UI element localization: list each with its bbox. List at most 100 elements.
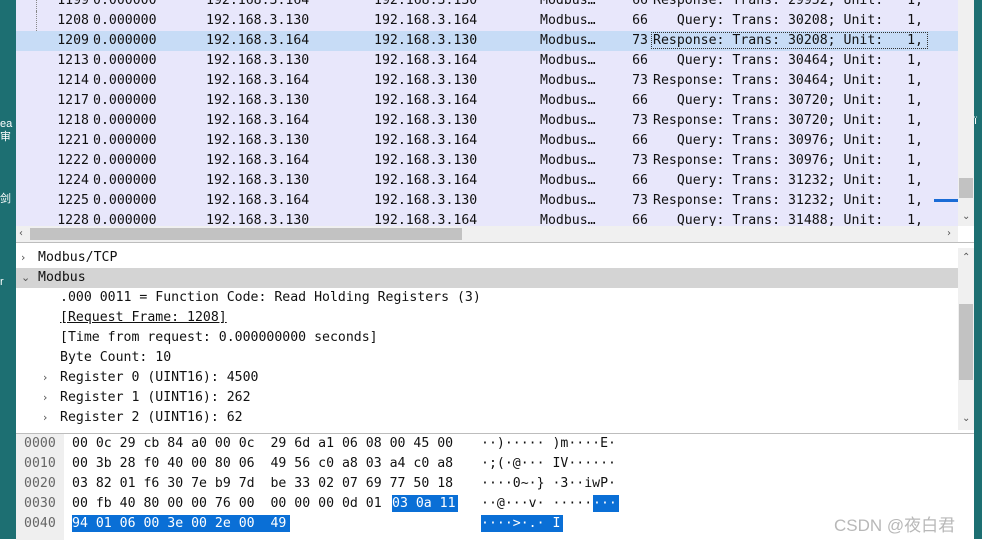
scroll-right-arrow-icon[interactable]: › (947, 229, 951, 239)
packet-proto-cell: Modbus… (540, 133, 596, 148)
expand-arrow-icon[interactable]: › (43, 391, 47, 404)
packet-row[interactable]: 1199 0.000000 192.168.3.164 192.168.3.130 Mo… (16, 0, 958, 11)
expand-arrow-icon[interactable]: › (21, 251, 25, 264)
packet-src-cell: 192.168.3.164 (206, 73, 310, 88)
scroll-down-arrow-icon[interactable]: ⌄ (962, 414, 970, 424)
packet-src-cell: 192.168.3.130 (206, 13, 310, 28)
detail-text: .000 0011 = Function Code: Read Holding … (60, 290, 481, 305)
packet-dst-cell: 192.168.3.130 (374, 33, 478, 48)
packet-dst-cell: 192.168.3.164 (374, 133, 478, 148)
packet-row[interactable]: 1222 0.000000 192.168.3.164 192.168.3.130 Mo… (16, 151, 958, 171)
packet-row[interactable]: 1221 0.000000 192.168.3.130 192.168.3.164 Mo… (16, 131, 958, 151)
packet-proto-cell: Modbus… (540, 53, 596, 68)
packet-info-cell: Query: Trans: 30976; Unit: 1, (653, 133, 923, 148)
hex-bytes: 03 82 01 f6 30 7e b9 7d be 33 02 07 69 7… (72, 476, 454, 491)
expand-arrow-icon[interactable]: › (43, 411, 47, 424)
detail-tree-item[interactable]: Byte Count: 10 (16, 348, 958, 368)
packet-row[interactable]: 1208 0.000000 192.168.3.130 192.168.3.164 Mo… (16, 11, 958, 31)
packet-len-cell: 73 (632, 193, 648, 208)
detail-tree-item[interactable]: › Modbus/TCP (16, 248, 958, 268)
packet-time-cell: 0.000000 (93, 13, 157, 28)
packet-row[interactable]: 1218 0.000000 192.168.3.164 192.168.3.130 Mo… (16, 111, 958, 131)
packet-proto-cell: Modbus… (540, 73, 596, 88)
ascii-bytes: ··@···v· ····· (481, 496, 593, 511)
packet-len-cell: 73 (632, 153, 648, 168)
scroll-up-arrow-icon[interactable]: ⌃ (962, 253, 970, 263)
scroll-down-arrow-icon[interactable]: ⌄ (962, 212, 970, 222)
desktop-label: r (0, 276, 4, 288)
packet-src-cell: 192.168.3.130 (206, 173, 310, 188)
detail-tree-item[interactable]: › Register 2 (UINT16): 62 (16, 408, 958, 428)
packet-list-pane: 1199 0.000000 192.168.3.164 192.168.3.130 Mo… (16, 0, 974, 243)
ascii-bytes: ··)····· )m····E· (481, 436, 616, 451)
packet-info-cell: Query: Trans: 30720; Unit: 1, (653, 93, 923, 108)
packet-info-cell: Response: Trans: 30976; Unit: 1, (653, 153, 923, 168)
packet-info-cell: Query: Trans: 30208; Unit: 1, (653, 13, 923, 28)
packet-dst-cell: 192.168.3.164 (374, 13, 478, 28)
packet-row[interactable]: 1209 0.000000 192.168.3.164 192.168.3.130 Mo… (16, 31, 958, 51)
hex-bytes: 00 3b 28 f0 40 00 80 06 49 56 c0 a8 03 a… (72, 456, 454, 471)
packet-info-cell: Response: Trans: 30208; Unit: 1, (653, 33, 923, 48)
packet-row[interactable]: 1225 0.000000 192.168.3.164 192.168.3.130 Mo… (16, 191, 958, 211)
bytes-row[interactable]: 0030 00 fb 40 80 00 00 76 00 00 00 00 0d … (16, 494, 958, 514)
request-frame-link[interactable]: [Request Frame: 1208] (60, 311, 227, 325)
related-packet-line (36, 0, 38, 11)
packet-proto-cell: Modbus… (540, 153, 596, 168)
packet-src-cell: 192.168.3.164 (206, 33, 310, 48)
selected-ascii-bytes: ··· (593, 496, 617, 511)
scroll-left-arrow-icon[interactable]: ‹ (19, 229, 23, 239)
scrollbar-marker (934, 199, 958, 202)
packet-time-cell: 0.000000 (93, 33, 157, 48)
packet-dst-cell: 192.168.3.164 (374, 93, 478, 108)
packet-proto-cell: Modbus… (540, 173, 596, 188)
detail-text: Modbus/TCP (38, 250, 118, 265)
detail-text: [Time from request: 0.000000000 seconds] (60, 330, 378, 345)
packet-row[interactable]: 1214 0.000000 192.168.3.164 192.168.3.130 Mo… (16, 71, 958, 91)
packet-len-cell: 73 (632, 73, 648, 88)
selected-hex-bytes: 03 0a 11 (392, 496, 456, 511)
packet-row[interactable]: 1213 0.000000 192.168.3.130 192.168.3.164 Mo… (16, 51, 958, 71)
details-scroll-thumb[interactable] (959, 304, 973, 380)
packet-no-cell: 1209 (57, 33, 89, 48)
detail-text: Register 1 (UINT16): 262 (60, 390, 251, 405)
detail-tree-item[interactable]: .000 0011 = Function Code: Read Holding … (16, 288, 958, 308)
packet-time-cell: 0.000000 (93, 153, 157, 168)
bytes-row[interactable]: 0020 03 82 01 f6 30 7e b9 7d be 33 02 07 … (16, 474, 958, 494)
packet-time-cell: 0.000000 (93, 113, 157, 128)
detail-tree-item[interactable]: [Time from request: 0.000000000 seconds] (16, 328, 958, 348)
packet-time-cell: 0.000000 (93, 173, 157, 188)
packet-no-cell: 1218 (57, 113, 89, 128)
collapse-arrow-icon[interactable]: ⌄ (21, 271, 30, 284)
detail-tree-item[interactable]: › Register 0 (UINT16): 4500 (16, 368, 958, 388)
packet-list-scroll-thumb[interactable] (959, 178, 973, 198)
bytes-row[interactable]: 0000 00 0c 29 cb 84 a0 00 0c 29 6d a1 06 … (16, 434, 958, 454)
packet-list-hscroll-thumb[interactable] (30, 228, 462, 240)
packet-src-cell: 192.168.3.130 (206, 133, 310, 148)
expand-arrow-icon[interactable]: › (43, 371, 47, 384)
bytes-row[interactable]: 0010 00 3b 28 f0 40 00 80 06 49 56 c0 a8 … (16, 454, 958, 474)
bytes-row[interactable]: 0040 94 01 06 00 3e 00 2e 00 49 ····>·.· I (16, 514, 958, 534)
packet-info-cell: Response: Trans: 30464; Unit: 1, (653, 73, 923, 88)
packet-time-cell: 0.000000 (93, 93, 157, 108)
packet-time-cell: 0.000000 (93, 0, 157, 8)
detail-tree-item[interactable]: ⌄ Modbus (16, 268, 958, 288)
watermark: CSDN @夜白君 (834, 516, 956, 535)
packet-row[interactable]: 1217 0.000000 192.168.3.130 192.168.3.164 Mo… (16, 91, 958, 111)
packet-len-cell: 66 (632, 0, 648, 8)
packet-info-cell: Response: Trans: 30720; Unit: 1, (653, 113, 923, 128)
byte-offset: 0030 (24, 496, 56, 511)
packet-no-cell: 1213 (57, 53, 89, 68)
ascii-bytes: ·;(·@··· IV······ (481, 456, 616, 471)
detail-text: Register 2 (UINT16): 62 (60, 410, 243, 425)
detail-tree-item[interactable]: › Register 1 (UINT16): 262 (16, 388, 958, 408)
hex-bytes: 00 0c 29 cb 84 a0 00 0c 29 6d a1 06 08 0… (72, 436, 454, 451)
packet-src-cell: 192.168.3.164 (206, 0, 310, 8)
detail-tree-item[interactable]: [Request Frame: 1208] (16, 308, 958, 328)
packet-src-cell: 192.168.3.164 (206, 193, 310, 208)
packet-proto-cell: Modbus… (540, 33, 596, 48)
packet-len-cell: 66 (632, 53, 648, 68)
related-packet-line (36, 11, 38, 31)
packet-row[interactable]: 1224 0.000000 192.168.3.130 192.168.3.164 Mo… (16, 171, 958, 191)
packet-info-cell: Query: Trans: 30464; Unit: 1, (653, 53, 923, 68)
packet-time-cell: 0.000000 (93, 53, 157, 68)
